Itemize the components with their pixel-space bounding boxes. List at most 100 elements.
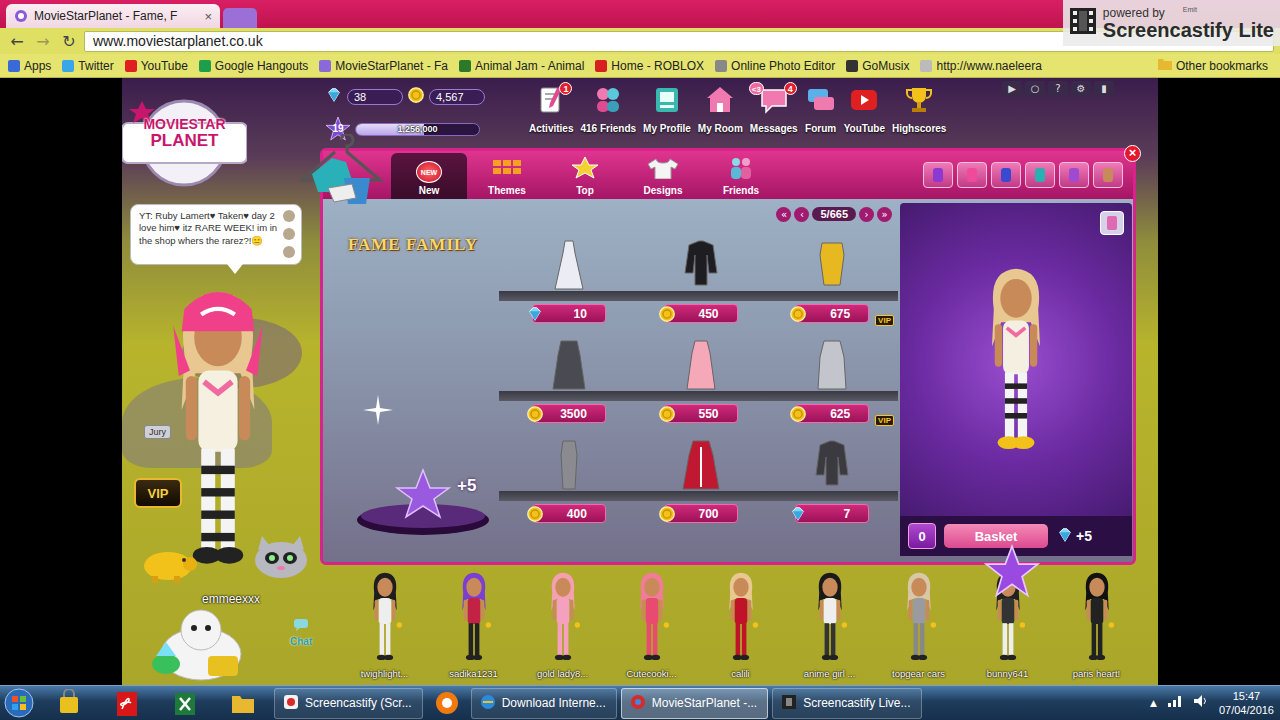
cat-pet-icon[interactable] [252, 536, 310, 584]
friend-icon[interactable] [283, 210, 295, 222]
price-tag[interactable]: 625 [795, 404, 869, 423]
clothing-item[interactable] [766, 435, 898, 491]
control-button[interactable]: ▮ [1094, 81, 1114, 97]
clothing-item[interactable] [503, 435, 635, 491]
price-tag[interactable]: 450 [664, 304, 738, 323]
nav-item[interactable]: YouTube [843, 84, 886, 134]
reload-button[interactable]: ↻ [58, 32, 80, 51]
nav-item[interactable]: Highscores [891, 84, 947, 134]
new-tab[interactable] [223, 8, 257, 28]
category-button[interactable] [991, 162, 1021, 188]
bookmark[interactable]: Home - ROBLOX [595, 59, 704, 73]
price-tag[interactable]: 675 [795, 304, 869, 323]
shop-tab[interactable]: Friends [703, 153, 779, 199]
bookmark[interactable]: YouTube [125, 59, 188, 73]
control-button[interactable]: ▶ [1002, 81, 1022, 97]
dog-pet-icon[interactable] [146, 606, 256, 685]
gift-icon[interactable] [283, 246, 295, 258]
crowd-avatar[interactable]: paris heart! [1052, 570, 1141, 679]
clothing-item[interactable] [766, 235, 898, 291]
clothing-item[interactable] [635, 335, 767, 391]
start-button[interactable] [2, 687, 38, 719]
nav-item[interactable]: My Room [697, 84, 744, 134]
basket-button[interactable]: Basket [944, 524, 1048, 548]
pinned-app-icon[interactable] [42, 688, 96, 719]
shop-tab[interactable]: Themes [469, 153, 545, 199]
show-hidden-icons-button[interactable]: ▲ [1150, 698, 1157, 708]
chat-button[interactable]: Chat [290, 618, 312, 647]
vip-badge[interactable]: VIP [134, 478, 182, 508]
clock[interactable]: 15:4707/04/2016 [1219, 689, 1274, 717]
clothing-item[interactable] [635, 235, 767, 291]
control-button[interactable]: ○ [1025, 81, 1045, 97]
price-tag[interactable]: 3500 [532, 404, 606, 423]
back-button[interactable]: ← [6, 32, 28, 51]
pinned-app-icon[interactable] [100, 688, 154, 719]
category-button[interactable] [1093, 162, 1123, 188]
clothing-item[interactable] [503, 235, 635, 291]
clothing-item[interactable] [503, 335, 635, 391]
price-tag[interactable]: 400 [532, 504, 606, 523]
clothing-item[interactable] [635, 435, 767, 491]
taskbar-button[interactable]: Download Interne... [471, 688, 617, 719]
bookmark[interactable]: Twitter [62, 59, 113, 73]
other-bookmarks[interactable]: Other bookmarks [1158, 58, 1272, 73]
crowd-avatar[interactable]: sadika1231 [429, 570, 518, 679]
profile-icon[interactable] [283, 228, 295, 240]
nav-item[interactable]: Messages4<3 [749, 84, 799, 134]
price-tag[interactable]: 550 [664, 404, 738, 423]
price-tag[interactable]: 10 [532, 304, 606, 323]
category-button[interactable] [1025, 162, 1055, 188]
nav-item[interactable]: Forum [804, 84, 838, 134]
shop-tab[interactable]: Designs [625, 153, 701, 199]
crowd-avatar[interactable]: anime girl ... [785, 570, 874, 679]
price-tag[interactable]: 700 [664, 504, 738, 523]
volume-icon[interactable] [1193, 694, 1209, 712]
moviestar-planet-logo[interactable]: MOVIESTARPLANET [122, 93, 247, 188]
price-tag[interactable]: 7 [795, 504, 869, 523]
avast-icon[interactable] [427, 688, 467, 719]
control-button[interactable]: ⚙ [1071, 81, 1091, 97]
bookmark[interactable]: MovieStarPlanet - Fa [319, 59, 448, 73]
category-button[interactable] [957, 162, 987, 188]
bookmark[interactable]: Online Photo Editor [715, 59, 835, 73]
pinned-app-icon[interactable] [158, 688, 212, 719]
player-name[interactable]: emmeexxx [202, 592, 260, 606]
close-button[interactable]: × [1124, 145, 1141, 162]
pinned-app-icon[interactable] [216, 688, 270, 719]
category-button[interactable] [923, 162, 953, 188]
crowd-avatar[interactable]: gold lady8... [518, 570, 607, 679]
taskbar-button[interactable]: MovieStarPlanet -... [621, 688, 768, 719]
taskbar-button[interactable]: Screencastify Live... [772, 688, 921, 719]
clothing-item[interactable] [766, 335, 898, 391]
bookmark-favicon-icon [459, 60, 471, 72]
first-page-button[interactable]: « [776, 207, 791, 222]
nav-item[interactable]: 416 Friends [579, 84, 637, 134]
tab-close-button[interactable]: × [204, 9, 212, 24]
bookmark[interactable]: GoMusix [846, 59, 909, 73]
bookmark[interactable]: Apps [8, 59, 51, 73]
bookmark[interactable]: Animal Jam - Animal [459, 59, 584, 73]
previous-page-button[interactable]: ‹ [794, 207, 809, 222]
crowd-avatar[interactable]: twighlight... [340, 570, 429, 679]
forward-button[interactable]: → [32, 32, 54, 51]
nav-item[interactable]: Activities1 [528, 84, 574, 134]
bookmark[interactable]: http://www.naeleera [920, 59, 1041, 73]
category-button[interactable] [1059, 162, 1089, 188]
nav-item[interactable]: My Profile [642, 84, 692, 134]
crowd-avatar[interactable]: topgear cars [874, 570, 963, 679]
crowd-avatar[interactable]: Cutecooki... [607, 570, 696, 679]
browser-tab[interactable]: MovieStarPlanet - Fame, F× [6, 4, 220, 28]
last-page-button[interactable]: » [877, 207, 892, 222]
preview-toggle-button[interactable] [1100, 211, 1124, 235]
piggy-bank-icon[interactable] [138, 546, 200, 588]
shop-tab[interactable]: Top [547, 153, 623, 199]
bookmark[interactable]: Google Hangouts [199, 59, 308, 73]
taskbar-button[interactable]: Screencastify (Scr... [274, 688, 423, 719]
shop-tab[interactable]: NEWNew [391, 153, 467, 199]
player-avatar[interactable] [162, 284, 274, 573]
control-button[interactable]: ? [1048, 81, 1068, 97]
crowd-avatar[interactable]: calili [696, 570, 785, 679]
network-icon[interactable] [1167, 694, 1183, 712]
next-page-button[interactable]: › [859, 207, 874, 222]
